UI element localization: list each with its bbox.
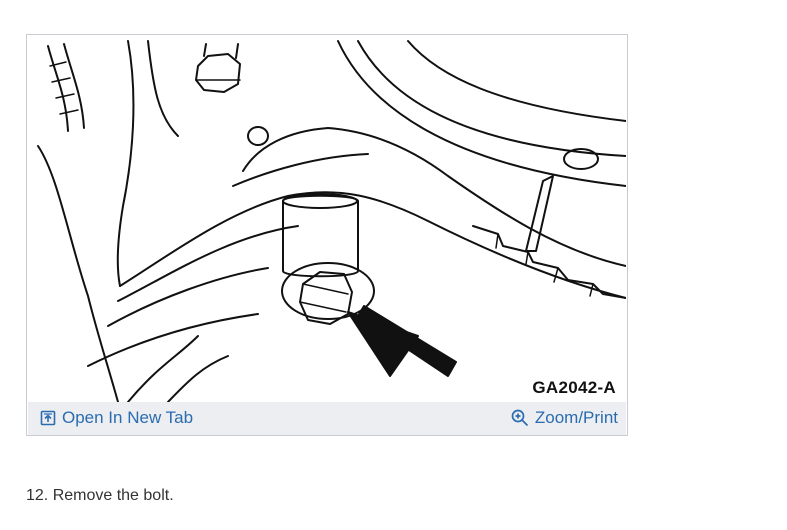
open-in-new-tab-link[interactable]: Open In New Tab <box>40 408 193 428</box>
bolt-diagram-image: GA2042-A <box>28 36 626 402</box>
zoom-print-link[interactable]: Zoom/Print <box>511 408 618 428</box>
figure-card: GA2042-A Open In New Tab Zoom/Print <box>26 34 628 436</box>
step-instruction: 12. Remove the bolt. <box>26 487 174 504</box>
open-new-tab-icon <box>40 410 56 426</box>
zoom-icon <box>511 409 529 427</box>
image-toolbar: Open In New Tab Zoom/Print <box>28 402 626 435</box>
zoom-print-label: Zoom/Print <box>534 408 618 427</box>
open-in-new-tab-label: Open In New Tab <box>62 408 194 427</box>
figure-code-label: GA2042-A <box>532 378 616 397</box>
